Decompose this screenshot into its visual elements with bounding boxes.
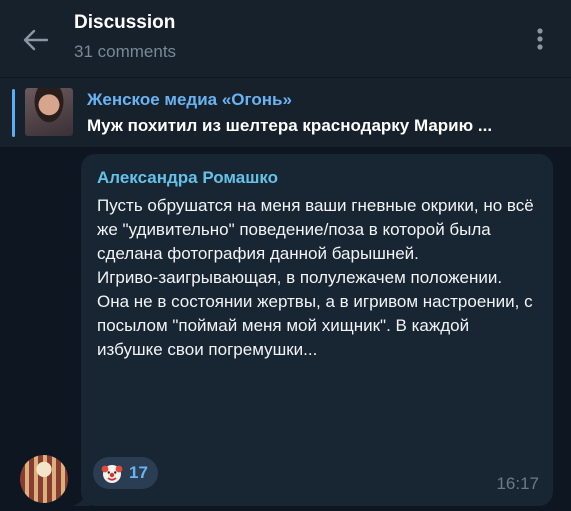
comment-bubble[interactable]: Александра Ромашко Пусть обрушатся на ме… xyxy=(81,154,553,506)
page-title: Discussion xyxy=(74,12,176,33)
reaction-count: 17 xyxy=(129,463,148,482)
comment-paragraph: Игриво-заигрывающая, в полулежачем полож… xyxy=(97,268,503,287)
arrow-left-icon xyxy=(23,29,49,51)
channel-name: Женское медиа «Огонь» xyxy=(87,90,292,109)
comments-count: 31 comments xyxy=(74,42,177,61)
channel-avatar xyxy=(25,88,73,136)
more-vertical-icon xyxy=(537,28,543,50)
user-avatar[interactable] xyxy=(20,455,68,503)
comment-paragraph: Она не в состоянии жертвы, а в игривом н… xyxy=(97,292,533,359)
top-bar: Discussion 31 comments xyxy=(0,0,571,77)
comment-text: Пусть обрушатся на меня ваши гневные окр… xyxy=(97,194,537,362)
comment-paragraph: Пусть обрушатся на меня ваши гневные окр… xyxy=(97,196,534,263)
message-time: 16:17 xyxy=(496,474,539,493)
clown-face-icon xyxy=(101,465,123,483)
more-menu-button[interactable] xyxy=(526,22,554,56)
comment-author[interactable]: Александра Ромашко xyxy=(97,168,278,188)
pinned-post-text: Муж похитил из шелтера краснодарку Марию… xyxy=(87,116,493,135)
pinned-accent-bar xyxy=(12,89,15,137)
back-button[interactable] xyxy=(18,22,54,58)
pinned-post[interactable]: Женское медиа «Огонь» Муж похитил из шел… xyxy=(0,77,571,147)
reaction-chip[interactable]: 17 xyxy=(93,457,158,489)
